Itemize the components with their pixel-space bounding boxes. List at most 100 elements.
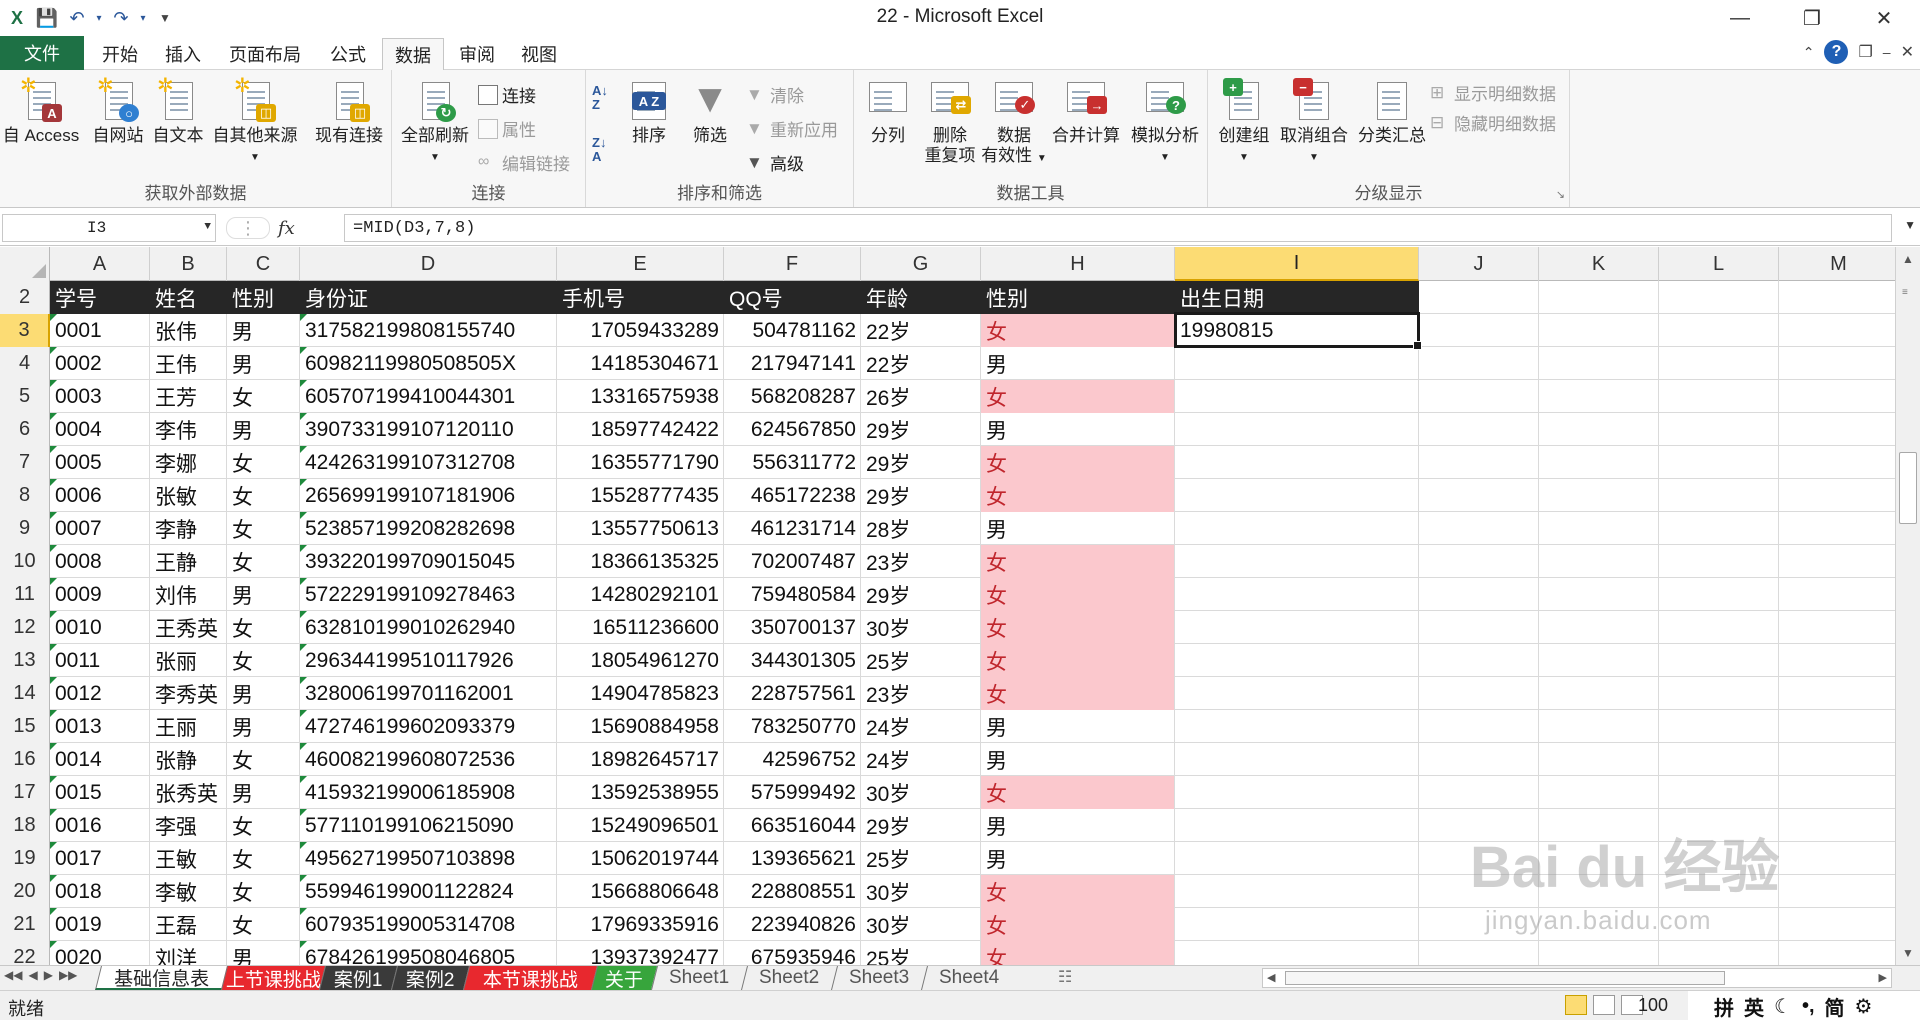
cell-sex[interactable]: 男 <box>227 314 300 347</box>
next-sheet-icon[interactable]: ▶ <box>44 968 53 982</box>
ungroup-button[interactable]: − 取消组合 ▼ <box>1276 76 1352 168</box>
empty-cell[interactable] <box>1419 611 1539 644</box>
cell-sex-derived[interactable]: 男 <box>981 710 1175 743</box>
cell-sex-derived[interactable]: 女 <box>981 545 1175 578</box>
cell-id-card[interactable]: 265699199107181906 <box>300 479 557 512</box>
empty-cell[interactable] <box>1539 413 1659 446</box>
cell-birth-date[interactable] <box>1175 842 1419 875</box>
empty-cell[interactable] <box>1539 809 1659 842</box>
column-title-cell[interactable]: 姓名 <box>150 281 227 314</box>
cell-student-id[interactable]: 0002 <box>50 347 150 380</box>
cell-sex-derived[interactable]: 男 <box>981 347 1175 380</box>
cell-sex[interactable]: 女 <box>227 479 300 512</box>
cell-id-card[interactable]: 495627199507103898 <box>300 842 557 875</box>
column-header-l[interactable]: L <box>1659 247 1779 281</box>
cell-name[interactable]: 张秀英 <box>150 776 227 809</box>
vertical-scrollbar[interactable]: ▲ ≡ ▼ <box>1895 247 1920 965</box>
row-header[interactable]: 15 <box>0 710 50 743</box>
cell-qq[interactable]: 556311772 <box>724 446 861 479</box>
row-header[interactable]: 7 <box>0 446 50 479</box>
cell-birth-date[interactable]: 19980815 <box>1175 314 1419 347</box>
cell-age[interactable]: 24岁 <box>861 710 981 743</box>
empty-cell[interactable] <box>1539 479 1659 512</box>
cell-birth-date[interactable] <box>1175 380 1419 413</box>
properties-button[interactable]: 属性 <box>478 116 536 141</box>
cell-phone[interactable]: 13592538955 <box>557 776 724 809</box>
row-header[interactable]: 3 <box>0 314 50 347</box>
formula-cancel-icon[interactable]: ⋮ <box>226 217 270 239</box>
group-button[interactable]: + 创建组 ▼ <box>1214 76 1274 168</box>
insert-function-icon[interactable]: fx <box>278 218 295 239</box>
empty-cell[interactable] <box>1419 842 1539 875</box>
column-title-cell[interactable]: 身份证 <box>300 281 557 314</box>
cell-sex[interactable]: 女 <box>227 512 300 545</box>
cell-sex[interactable]: 男 <box>227 347 300 380</box>
column-title-cell[interactable]: 性别 <box>227 281 300 314</box>
cell-student-id[interactable]: 0005 <box>50 446 150 479</box>
cell-student-id[interactable]: 0009 <box>50 578 150 611</box>
row-header[interactable]: 9 <box>0 512 50 545</box>
column-header-g[interactable]: G <box>861 247 981 281</box>
cell-qq[interactable]: 702007487 <box>724 545 861 578</box>
page-layout-view-icon[interactable] <box>1593 995 1615 1015</box>
prev-sheet-icon[interactable]: ◀ <box>28 968 37 982</box>
row-header[interactable]: 11 <box>0 578 50 611</box>
cell-sex-derived[interactable]: 女 <box>981 314 1175 347</box>
empty-cell[interactable] <box>1419 776 1539 809</box>
empty-cell[interactable] <box>1779 908 1895 941</box>
cell-birth-date[interactable] <box>1175 545 1419 578</box>
column-header-b[interactable]: B <box>150 247 227 281</box>
cell-age[interactable]: 24岁 <box>861 743 981 776</box>
scroll-up-icon[interactable]: ▲ <box>1896 247 1920 271</box>
cell-sex[interactable]: 男 <box>227 677 300 710</box>
edit-links-button[interactable]: ∞ 编辑链接 <box>478 150 570 175</box>
empty-cell[interactable] <box>1539 446 1659 479</box>
cell-student-id[interactable]: 0018 <box>50 875 150 908</box>
cell-age[interactable]: 29岁 <box>861 446 981 479</box>
empty-cell[interactable] <box>1779 446 1895 479</box>
ime-pinyin[interactable]: 拼 <box>1714 992 1734 1020</box>
empty-cell[interactable] <box>1419 281 1539 314</box>
row-header[interactable]: 19 <box>0 842 50 875</box>
cell-id-card[interactable]: 328006199701162001 <box>300 677 557 710</box>
help-icon[interactable]: ? <box>1824 40 1849 64</box>
cell-birth-date[interactable] <box>1175 611 1419 644</box>
cell-sex[interactable]: 女 <box>227 446 300 479</box>
cell-student-id[interactable]: 0004 <box>50 413 150 446</box>
connections-button[interactable]: 连接 <box>478 82 536 107</box>
cell-qq[interactable]: 228757561 <box>724 677 861 710</box>
tab-view[interactable]: 视图 <box>508 38 570 70</box>
empty-cell[interactable] <box>1539 908 1659 941</box>
ime-moon-icon[interactable]: ☾ <box>1774 994 1792 1019</box>
cell-id-card[interactable]: 632810199010262940 <box>300 611 557 644</box>
sort-descending-button[interactable]: Z↓ A <box>592 136 606 164</box>
cell-student-id[interactable]: 0016 <box>50 809 150 842</box>
last-sheet-icon[interactable]: ▶▶ <box>59 968 77 982</box>
cell-student-id[interactable]: 0006 <box>50 479 150 512</box>
column-header-e[interactable]: E <box>557 247 724 281</box>
empty-cell[interactable] <box>1419 875 1539 908</box>
consolidate-button[interactable]: → 合并计算 <box>1048 76 1124 146</box>
cell-sex[interactable]: 女 <box>227 545 300 578</box>
cell-name[interactable]: 王芳 <box>150 380 227 413</box>
cell-phone[interactable]: 18366135325 <box>557 545 724 578</box>
empty-cell[interactable] <box>1419 446 1539 479</box>
show-detail-button[interactable]: ⊞ 显示明细数据 <box>1430 80 1556 105</box>
cell-phone[interactable]: 16355771790 <box>557 446 724 479</box>
cell-student-id[interactable]: 0019 <box>50 908 150 941</box>
row-header[interactable]: 4 <box>0 347 50 380</box>
cell-age[interactable]: 23岁 <box>861 677 981 710</box>
cell-sex[interactable]: 女 <box>227 611 300 644</box>
what-if-analysis-button[interactable]: ? 模拟分析 ▼ <box>1126 76 1204 168</box>
empty-cell[interactable] <box>1779 644 1895 677</box>
cell-sex-derived[interactable]: 女 <box>981 941 1175 965</box>
cell-birth-date[interactable] <box>1175 479 1419 512</box>
cell-sex-derived[interactable]: 女 <box>981 380 1175 413</box>
hide-detail-button[interactable]: ⊟ 隐藏明细数据 <box>1430 110 1556 135</box>
cell-age[interactable]: 28岁 <box>861 512 981 545</box>
cell-qq[interactable]: 223940826 <box>724 908 861 941</box>
cell-name[interactable]: 王秀英 <box>150 611 227 644</box>
column-title-cell[interactable]: 手机号 <box>557 281 724 314</box>
from-other-sources-button[interactable]: ✲ ◫ 自其他来源 ▼ <box>208 76 302 168</box>
cell-sex-derived[interactable]: 女 <box>981 908 1175 941</box>
